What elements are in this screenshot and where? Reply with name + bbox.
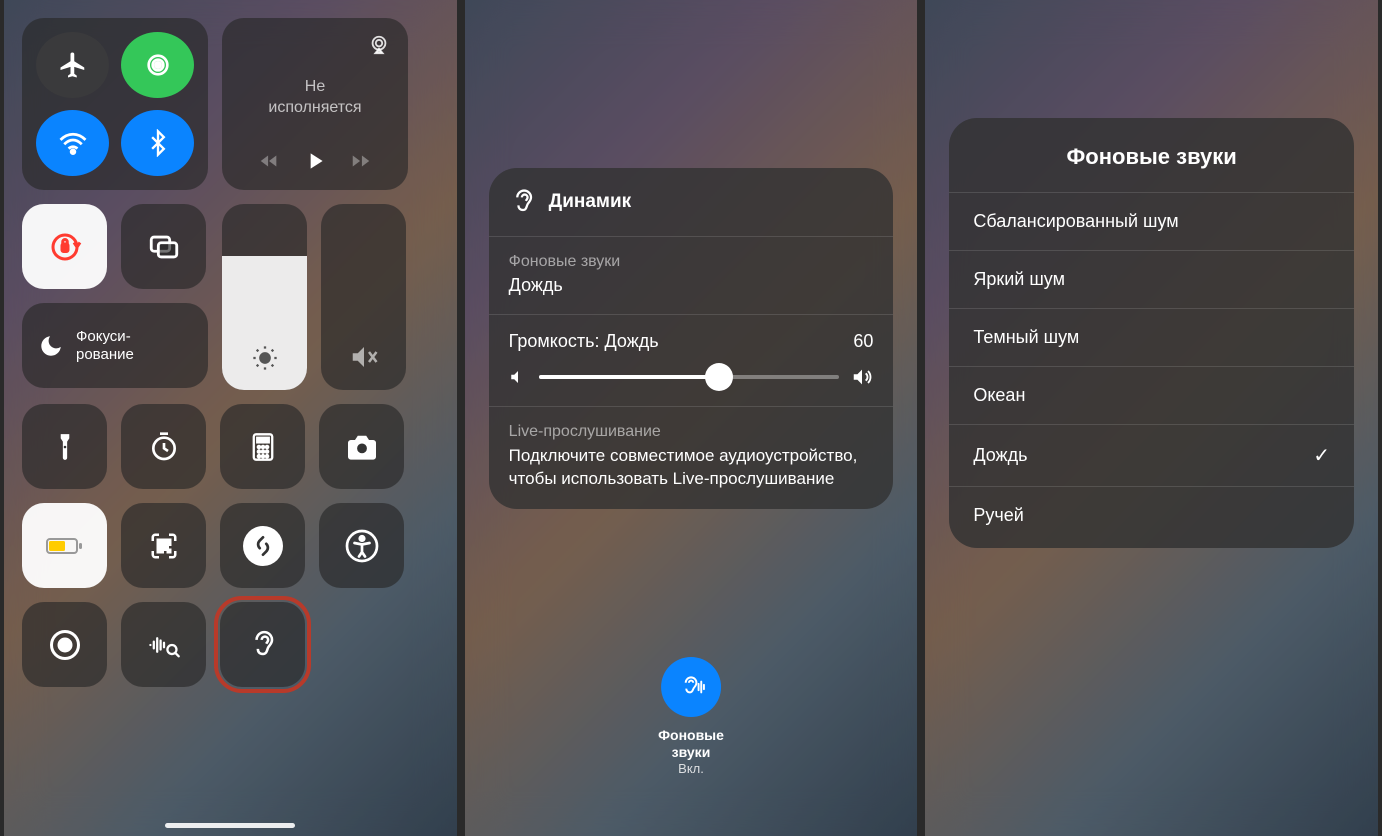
hearing-button[interactable] (220, 602, 305, 687)
wifi-icon (58, 128, 88, 158)
sound-option-label: Сбалансированный шум (973, 211, 1178, 232)
timer-button[interactable] (121, 404, 206, 489)
volume-label: Громкость: Дождь (509, 331, 659, 352)
screen-mirroring-button[interactable] (121, 204, 206, 289)
background-sounds-toggle[interactable]: Фоновые звуки Вкл. (658, 657, 724, 776)
volume-value: 60 (853, 331, 873, 352)
screen-record-button[interactable] (22, 602, 107, 687)
next-track-button[interactable] (350, 150, 372, 172)
checkmark-icon: ✓ (1313, 443, 1330, 468)
hearing-panel: Динамик Фоновые звуки Дождь Громкость: Д… (465, 0, 918, 836)
background-sounds-row[interactable]: Фоновые звуки Дождь (489, 237, 894, 315)
timer-icon (148, 431, 180, 463)
sounds-title: Фоновые звуки (949, 118, 1354, 192)
wifi-toggle[interactable] (36, 110, 109, 176)
qr-icon (149, 531, 179, 561)
orientation-lock-toggle[interactable] (22, 204, 107, 289)
sound-option[interactable]: Сбалансированный шум (949, 192, 1354, 250)
airplay-icon[interactable] (368, 34, 390, 56)
volume-track[interactable] (539, 375, 840, 379)
sound-recognition-button[interactable] (121, 602, 206, 687)
brightness-slider[interactable] (222, 204, 307, 390)
sound-option[interactable]: Темный шум (949, 308, 1354, 366)
flashlight-icon (52, 432, 78, 462)
volume-low-icon (509, 368, 527, 386)
shazam-icon (250, 533, 276, 559)
flashlight-button[interactable] (22, 404, 107, 489)
battery-icon (45, 535, 85, 557)
home-indicator[interactable] (165, 823, 295, 828)
bg-sounds-value: Дождь (509, 275, 874, 296)
accessibility-icon (344, 528, 380, 564)
shazam-button[interactable] (220, 503, 305, 588)
live-listen-body: Подключите совместимое аудиоустройство, … (509, 445, 874, 491)
record-icon (47, 627, 83, 663)
volume-slider[interactable] (321, 204, 406, 390)
screen-mirroring-icon (147, 230, 181, 264)
cellular-data-toggle[interactable] (121, 32, 194, 98)
ear-icon (509, 186, 537, 218)
ear-sound-icon (676, 672, 706, 702)
music-tile[interactable]: Не исполняется (222, 18, 408, 190)
bg-sounds-label: Фоновые звуки (509, 253, 874, 271)
brightness-icon (251, 344, 279, 372)
low-power-mode-toggle[interactable] (22, 503, 107, 588)
sounds-list-panel: Фоновые звуки Сбалансированный шум Яркий … (925, 0, 1378, 836)
play-button[interactable] (302, 148, 328, 174)
sound-option[interactable]: Океан (949, 366, 1354, 424)
sound-option-label: Ручей (973, 505, 1023, 526)
focus-mode-button[interactable]: Фокуси- рование (22, 303, 208, 388)
hearing-card: Динамик Фоновые звуки Дождь Громкость: Д… (489, 168, 894, 509)
sound-option[interactable]: Яркий шум (949, 250, 1354, 308)
hearing-header: Динамик (489, 168, 894, 237)
live-listen-label: Live-прослушивание (509, 423, 874, 441)
qr-scanner-button[interactable] (121, 503, 206, 588)
sounds-card: Фоновые звуки Сбалансированный шум Яркий … (949, 118, 1354, 548)
airplane-icon (58, 50, 88, 80)
hearing-device-label: Динамик (549, 191, 632, 213)
calculator-button[interactable] (220, 404, 305, 489)
moon-icon (38, 333, 64, 359)
sound-option[interactable]: Дождь ✓ (949, 424, 1354, 486)
sound-recognition-icon (147, 630, 181, 660)
bg-sounds-button-label: Фоновые звуки (658, 727, 724, 761)
connectivity-group (22, 18, 208, 190)
calculator-icon (249, 432, 277, 462)
camera-button[interactable] (319, 404, 404, 489)
live-listen-section: Live-прослушивание Подключите совместимо… (489, 407, 894, 509)
bluetooth-toggle[interactable] (121, 110, 194, 176)
volume-high-icon (851, 366, 873, 388)
volume-mute-icon (349, 342, 379, 372)
volume-slider-row[interactable] (509, 366, 874, 388)
sound-option-label: Яркий шум (973, 269, 1065, 290)
music-status: Не исполняется (268, 77, 361, 119)
sound-option-label: Темный шум (973, 327, 1079, 348)
sound-option-label: Океан (973, 385, 1025, 406)
sound-option[interactable]: Ручей (949, 486, 1354, 544)
prev-track-button[interactable] (258, 150, 280, 172)
volume-thumb[interactable] (705, 363, 733, 391)
focus-label: Фокуси- рование (76, 328, 134, 364)
volume-section: Громкость: Дождь 60 (489, 315, 894, 407)
camera-icon (345, 433, 379, 461)
bluetooth-icon (144, 129, 172, 157)
sound-option-label: Дождь (973, 445, 1027, 466)
orientation-lock-icon (47, 229, 83, 265)
ear-icon (247, 627, 279, 663)
control-center-panel: Не исполняется (4, 0, 457, 836)
cellular-icon (142, 49, 174, 81)
accessibility-button[interactable] (319, 503, 404, 588)
bg-sounds-button-state: Вкл. (658, 761, 724, 776)
airplane-mode-toggle[interactable] (36, 32, 109, 98)
